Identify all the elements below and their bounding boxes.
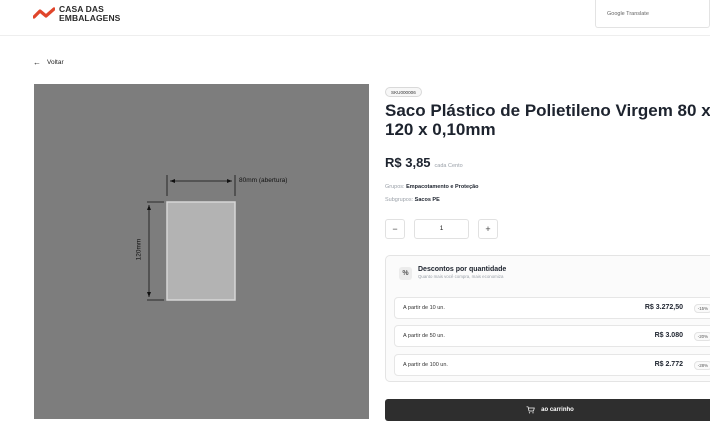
tier-label: A partir de 50 un. xyxy=(403,333,445,339)
tier-label: A partir de 100 un. xyxy=(403,362,448,368)
tier-discount-badge: -28% xyxy=(693,361,710,370)
width-arrow-right xyxy=(227,179,232,183)
logo-text: CASA DAS EMBALAGENS xyxy=(59,5,120,23)
back-link[interactable]: ← Voltar xyxy=(33,58,64,67)
discount-header: % Descontos por quantidade Quanto mais v… xyxy=(399,266,506,280)
group-row: Grupos: Empacotamento e Proteção xyxy=(385,184,479,190)
decrease-button[interactable]: − xyxy=(385,219,405,239)
product-price: R$ 3,85 xyxy=(385,155,431,170)
subgroup-label: Subgrupos: xyxy=(385,197,414,203)
discount-subtitle: Quanto mais você compra, mais economiza xyxy=(418,274,504,279)
add-to-cart-button[interactable]: ao carrinho xyxy=(385,399,710,421)
tier-price: R$ 3.272,50 xyxy=(644,304,683,311)
tier-label: A partir de 10 un. xyxy=(403,305,445,311)
cart-icon xyxy=(526,406,535,414)
tier-discount-badge: -20% xyxy=(693,332,710,341)
group-label: Grupos: xyxy=(385,184,405,190)
product-image: 80mm (abertura) 120mm xyxy=(34,84,369,419)
bag-illustration xyxy=(147,175,236,301)
add-to-cart-label: ao carrinho xyxy=(541,407,574,413)
arrow-left-icon: ← xyxy=(33,58,41,67)
subgroup-value[interactable]: Sacos PE xyxy=(415,197,440,203)
price-unit: cada Cento xyxy=(434,163,463,169)
group-value[interactable]: Empacotamento e Proteção xyxy=(406,184,478,190)
bag-shape xyxy=(166,201,236,301)
quantity-input[interactable]: 1 xyxy=(414,219,469,239)
tier-discount-badge: -15% xyxy=(693,304,710,313)
discount-tier: A partir de 50 un. R$ 3.080 -20% xyxy=(394,325,710,347)
site-header: CASA DAS EMBALAGENS Google Translate xyxy=(0,0,710,36)
width-label: 80mm (abertura) xyxy=(239,177,288,184)
discount-title-block: Descontos por quantidade Quanto mais voc… xyxy=(418,266,506,280)
discount-tier: A partir de 100 un. R$ 2.772 -28% xyxy=(394,354,710,376)
height-label: 120mm xyxy=(135,238,143,261)
discount-tier: A partir de 10 un. R$ 3.272,50 -15% xyxy=(394,297,710,319)
width-arrow-left xyxy=(170,179,175,183)
back-label: Voltar xyxy=(47,59,64,66)
price-row: R$ 3,85 cada Cento xyxy=(385,155,463,170)
percent-icon: % xyxy=(399,266,412,280)
height-arrow-top xyxy=(147,205,151,210)
product-title: Saco Plástico de Polietileno Virgem 80 x… xyxy=(385,101,710,139)
discount-panel: % Descontos por quantidade Quanto mais v… xyxy=(385,255,710,382)
logo-line2: EMBALAGENS xyxy=(59,13,121,23)
google-translate-widget[interactable]: Google Translate xyxy=(595,0,710,28)
discount-title: Descontos por quantidade xyxy=(418,266,507,273)
google-translate-label: Google Translate xyxy=(607,11,649,17)
tier-price: R$ 2.772 xyxy=(654,361,683,368)
subgroup-row: Subgrupos: Sacos PE xyxy=(385,197,440,203)
increase-button[interactable]: + xyxy=(478,219,498,239)
tier-price: R$ 3.080 xyxy=(654,332,683,339)
quantity-stepper: − 1 + xyxy=(385,219,498,239)
height-arrow-bottom xyxy=(147,292,151,297)
logo[interactable]: CASA DAS EMBALAGENS xyxy=(33,5,120,23)
sku-badge: SKU000006 xyxy=(385,87,422,97)
logo-mark-icon xyxy=(33,7,55,19)
